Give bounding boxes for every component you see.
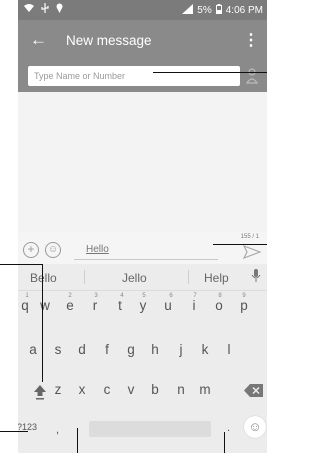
emoji-key-icon[interactable]: ☺ bbox=[244, 416, 266, 438]
backspace-icon[interactable] bbox=[244, 384, 263, 397]
soft-keyboard: Bello Jello Help 1 2 3 4 5 6 7 8 9 q w e… bbox=[18, 264, 267, 453]
key-h[interactable]: h bbox=[145, 342, 165, 357]
key-i[interactable]: i bbox=[184, 298, 204, 313]
key-j[interactable]: j bbox=[171, 342, 191, 357]
key-o[interactable]: o bbox=[209, 298, 229, 313]
suggestion-item[interactable]: Bello bbox=[30, 271, 57, 285]
key-n[interactable]: n bbox=[171, 382, 191, 397]
key-e[interactable]: e bbox=[60, 298, 80, 313]
key-p[interactable]: p bbox=[234, 298, 254, 313]
suggestion-item[interactable]: Jello bbox=[122, 271, 147, 285]
callout-line-comma bbox=[77, 428, 78, 453]
system-status: 5% 4:06 PM bbox=[182, 4, 263, 17]
add-contact-icon[interactable] bbox=[245, 67, 259, 85]
key-c[interactable]: c bbox=[97, 382, 117, 397]
usb-icon bbox=[41, 3, 49, 17]
battery-percent: 5% bbox=[197, 5, 212, 16]
callout-line-period bbox=[224, 432, 225, 453]
callout-line-shift-h bbox=[0, 264, 42, 265]
key-y[interactable]: y bbox=[133, 298, 153, 313]
page-title: New message bbox=[66, 33, 152, 48]
shift-icon[interactable] bbox=[33, 384, 47, 400]
key-v[interactable]: v bbox=[121, 382, 141, 397]
arrow-back-icon[interactable]: ← bbox=[30, 30, 47, 50]
key-a[interactable]: a bbox=[23, 342, 43, 357]
callout-line-shift-v bbox=[42, 264, 43, 382]
microphone-icon[interactable] bbox=[251, 269, 261, 286]
emoji-icon[interactable]: ☺ bbox=[45, 242, 61, 258]
key-q[interactable]: q bbox=[18, 298, 35, 313]
key-g[interactable]: g bbox=[121, 342, 141, 357]
send-icon[interactable] bbox=[242, 244, 262, 260]
signal-icon bbox=[182, 4, 194, 17]
key-l[interactable]: l bbox=[219, 342, 239, 357]
message-thread bbox=[18, 92, 267, 232]
space-bar[interactable] bbox=[89, 421, 211, 437]
status-bar: 5% 4:06 PM bbox=[18, 0, 267, 20]
compose-bar: + ☺ Hello 155 / 1 bbox=[18, 232, 267, 264]
key-m[interactable]: m bbox=[195, 382, 215, 397]
divider bbox=[188, 270, 189, 284]
key-b[interactable]: b bbox=[145, 382, 165, 397]
suggestion-strip: Bello Jello Help bbox=[18, 264, 267, 291]
battery-icon bbox=[215, 4, 222, 17]
key-w[interactable]: w bbox=[35, 298, 55, 313]
key-x[interactable]: x bbox=[72, 382, 92, 397]
location-icon bbox=[56, 3, 63, 17]
period-key[interactable]: . bbox=[227, 422, 230, 434]
callout-line-message bbox=[213, 244, 267, 245]
key-r[interactable]: r bbox=[85, 298, 105, 313]
key-z[interactable]: z bbox=[48, 382, 68, 397]
divider bbox=[84, 270, 85, 284]
callout-line-recipient bbox=[153, 72, 267, 73]
attach-icon[interactable]: + bbox=[23, 242, 39, 258]
recipient-input[interactable]: Type Name or Number bbox=[28, 66, 240, 86]
key-u[interactable]: u bbox=[158, 298, 178, 313]
notification-icons bbox=[24, 3, 63, 17]
comma-key[interactable]: , bbox=[56, 424, 59, 436]
clock: 4:06 PM bbox=[225, 5, 263, 16]
key-s[interactable]: s bbox=[48, 342, 68, 357]
message-input[interactable]: Hello bbox=[74, 240, 218, 260]
key-d[interactable]: d bbox=[72, 342, 92, 357]
more-vert-icon[interactable]: ⋮ bbox=[243, 30, 259, 50]
character-counter: 155 / 1 bbox=[240, 234, 259, 240]
key-f[interactable]: f bbox=[97, 342, 117, 357]
app-bar: ← New message ⋮ bbox=[18, 20, 267, 62]
recipient-bar: Type Name or Number bbox=[18, 62, 267, 92]
key-k[interactable]: k bbox=[195, 342, 215, 357]
phone-screen: 5% 4:06 PM ← New message ⋮ Type Name or … bbox=[18, 0, 267, 453]
callout-line-symbols bbox=[0, 431, 28, 432]
key-t[interactable]: t bbox=[110, 298, 130, 313]
message-text: Hello bbox=[86, 244, 109, 255]
wifi-icon bbox=[24, 3, 34, 17]
suggestion-item[interactable]: Help bbox=[204, 271, 229, 285]
